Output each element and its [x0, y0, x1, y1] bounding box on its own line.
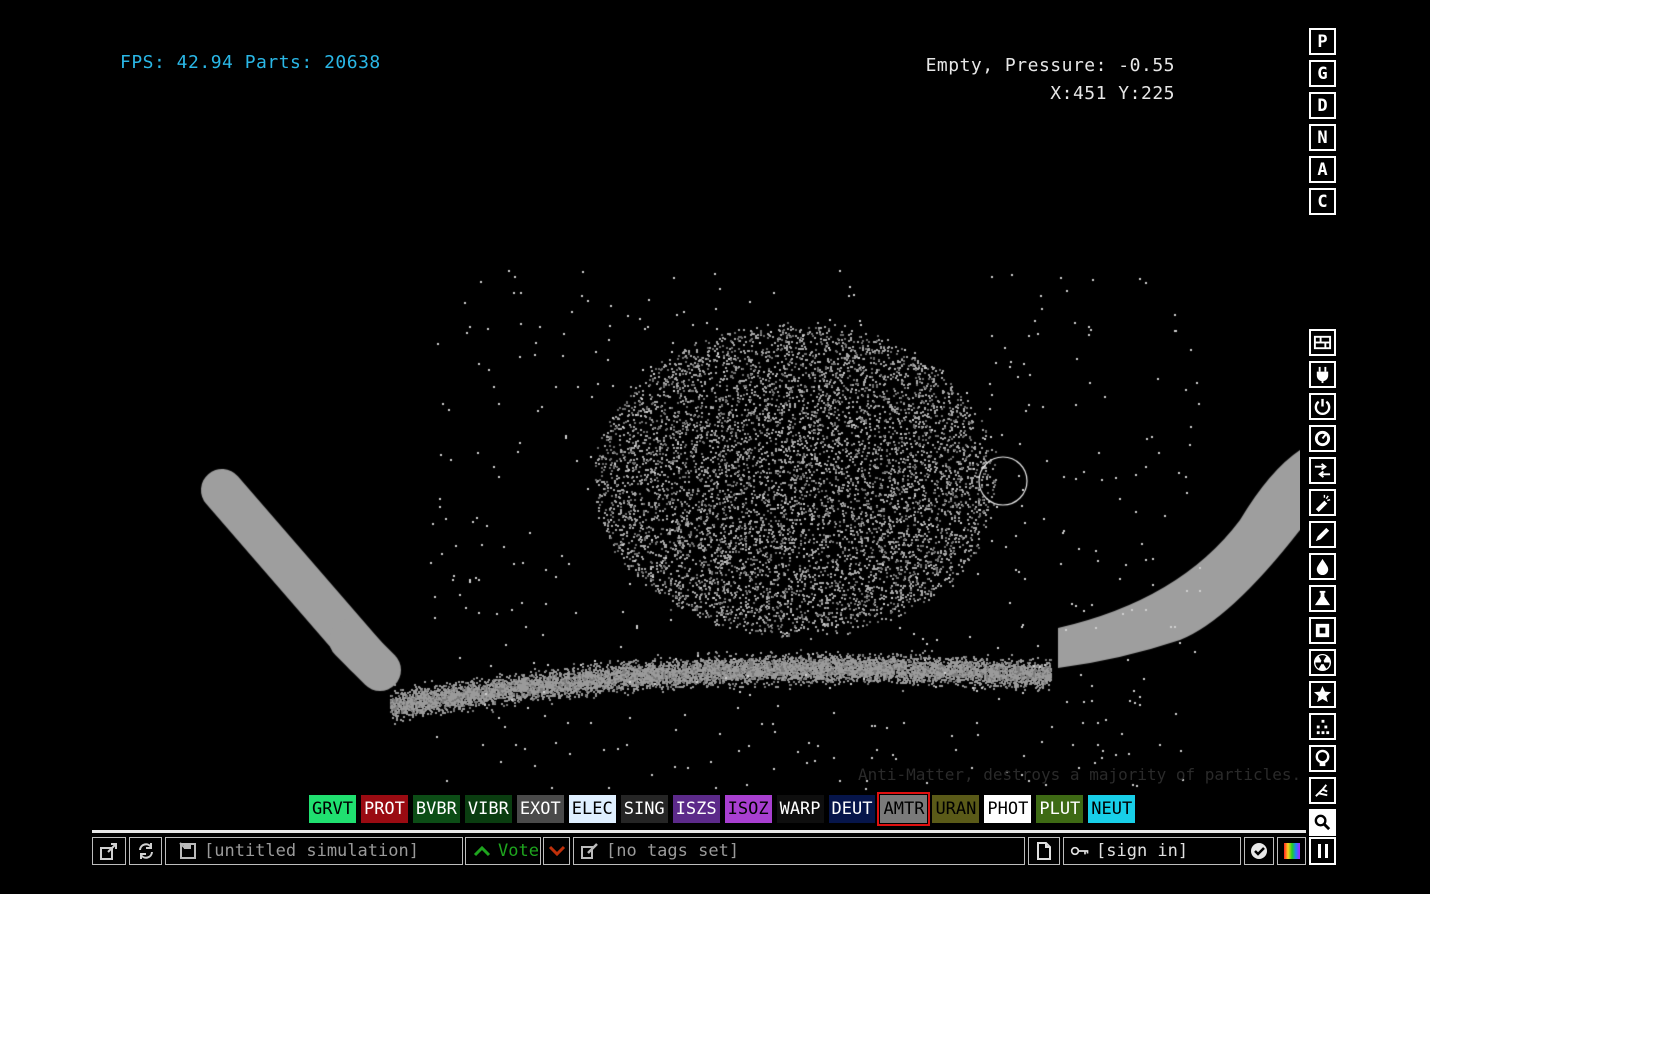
explosive-icon [1315, 494, 1331, 512]
open-save-icon [100, 843, 117, 860]
element-plut-button[interactable]: PLUT [1036, 795, 1084, 823]
vote-up-button[interactable]: Vote [465, 837, 541, 865]
display-mode-n[interactable]: N [1309, 124, 1336, 151]
element-phot-button[interactable]: PHOT [984, 795, 1032, 823]
element-isoz-button[interactable]: ISOZ [724, 795, 772, 823]
electronics-category-button[interactable] [1309, 361, 1336, 388]
radioactive-category-button[interactable] [1309, 649, 1336, 676]
wall-grid-icon [1313, 335, 1332, 350]
element-prot-button[interactable]: PROT [360, 795, 408, 823]
element-vibr-button[interactable]: VIBR [464, 795, 512, 823]
element-iszs-button[interactable]: ISZS [672, 795, 720, 823]
element-grvt-button[interactable]: GRVT [309, 795, 356, 823]
tag-edit-icon [581, 843, 598, 859]
element-warp-button[interactable]: WARP [776, 795, 824, 823]
solids-category-button[interactable] [1309, 617, 1336, 644]
liquids-category-button[interactable] [1309, 553, 1336, 580]
settings-button[interactable] [1244, 837, 1274, 865]
gauge-icon [1314, 430, 1331, 447]
element-uran-button[interactable]: URAN [932, 795, 980, 823]
display-mode-d[interactable]: D [1309, 92, 1336, 119]
display-mode-c[interactable]: C [1309, 188, 1336, 215]
chevron-down-icon [548, 845, 565, 857]
radiation-icon [1313, 653, 1332, 672]
tags-button[interactable]: [no tags set] [573, 837, 1025, 865]
explosives-category-button[interactable] [1309, 489, 1336, 516]
flask-icon [1314, 590, 1331, 606]
chevron-up-icon [473, 845, 491, 857]
special-category-button[interactable] [1309, 681, 1336, 708]
pause-icon [1317, 844, 1328, 858]
sign-in-label: [sign in] [1096, 841, 1189, 861]
star-icon [1313, 685, 1332, 703]
tags-text: [no tags set] [606, 841, 740, 861]
key-icon [1070, 846, 1089, 856]
element-amtr-button[interactable]: AMTR [877, 792, 931, 826]
checkmark-circle-icon [1251, 843, 1267, 859]
arrows-icon [1314, 463, 1331, 478]
vote-label: Vote [498, 841, 539, 861]
power-icon [1314, 398, 1331, 416]
drop-icon [1316, 558, 1329, 576]
force-category-button[interactable] [1309, 457, 1336, 484]
fps-counter: FPS: 42.94 Parts: 20638 [120, 52, 381, 73]
square-icon [1315, 623, 1330, 638]
new-document-icon [1037, 842, 1051, 860]
element-sing-button[interactable]: SING [620, 795, 668, 823]
save-simulation-button[interactable]: [untitled simulation] [165, 837, 463, 865]
element-toolbar: GRVT PROT BVBR VIBR EXOT ELEC SING ISZS ISOZ WARP… [309, 792, 1140, 826]
element-tooltip: Anti-Matter, destroys a majority of part… [858, 765, 1302, 784]
search-icon [1314, 814, 1331, 831]
save-title: [untitled simulation] [204, 841, 419, 861]
gases-category-button[interactable] [1309, 521, 1336, 548]
save-icon [179, 842, 196, 859]
display-mode-a[interactable]: A [1309, 156, 1336, 183]
simulation-canvas[interactable] [0, 0, 1300, 800]
toolbar-divider [92, 830, 1306, 833]
bulb-icon [1315, 749, 1330, 767]
dots-icon [1316, 719, 1330, 735]
reload-button[interactable] [129, 837, 162, 865]
display-mode-g[interactable]: G [1309, 60, 1336, 87]
rainbow-icon [1283, 843, 1300, 859]
life-category-button[interactable] [1309, 713, 1336, 740]
element-deut-button[interactable]: DEUT [828, 795, 876, 823]
cursor-info: Empty, Pressure: -0.55 X:451 Y:225 [926, 52, 1175, 108]
element-elec-button[interactable]: ELEC [568, 795, 616, 823]
powder-toy-window: FPS: 42.94 Parts: 20638 Empty, Pressure:… [0, 0, 1430, 894]
powered-category-button[interactable] [1309, 393, 1336, 420]
element-neut-button[interactable]: NEUT [1088, 795, 1136, 823]
new-simulation-button[interactable] [1028, 837, 1060, 865]
reload-icon [138, 843, 153, 859]
sign-in-button[interactable]: [sign in] [1063, 837, 1241, 865]
element-exot-button[interactable]: EXOT [516, 795, 564, 823]
tools-category-button[interactable] [1309, 745, 1336, 772]
pause-button[interactable] [1309, 837, 1336, 865]
renderer-options-button[interactable] [1277, 837, 1306, 865]
walls-category-button[interactable] [1309, 329, 1336, 356]
pen-icon [1315, 527, 1330, 542]
element-bvbr-button[interactable]: BVBR [412, 795, 460, 823]
sensors-category-button[interactable] [1309, 425, 1336, 452]
open-browser-button[interactable] [92, 837, 126, 865]
vote-down-button[interactable] [543, 837, 570, 865]
plug-icon [1316, 366, 1329, 384]
pressure-readout: Empty, Pressure: -0.55 [925, 55, 1175, 76]
coordinates-readout: X:451 Y:225 [1050, 83, 1175, 104]
search-category-button[interactable] [1309, 809, 1336, 836]
recent-category-button[interactable] [1309, 777, 1336, 804]
display-mode-p[interactable]: P [1309, 28, 1336, 55]
hand-icon [1315, 784, 1328, 797]
powders-category-button[interactable] [1309, 585, 1336, 612]
